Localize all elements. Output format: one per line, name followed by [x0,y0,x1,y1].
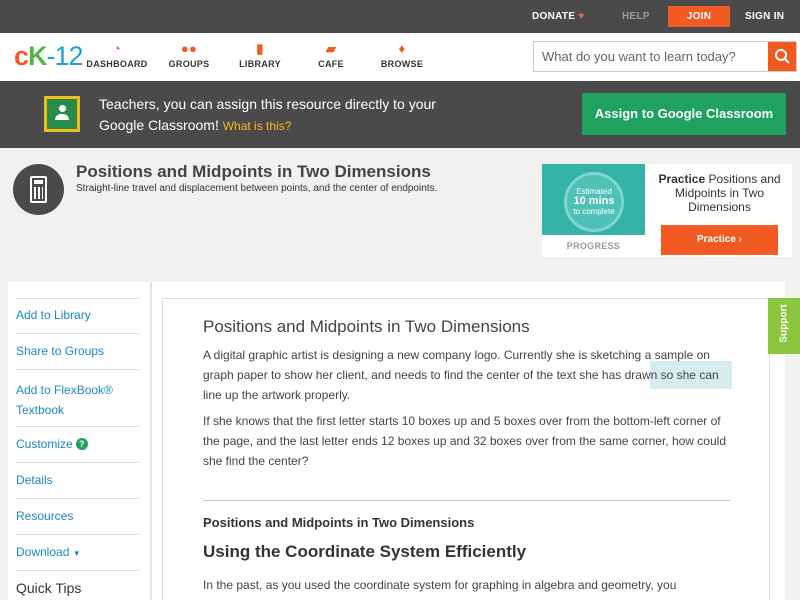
logo-k: K [28,41,47,71]
article-paragraph-1: A digital graphic artist is designing a … [203,348,719,402]
practice-button-label: Practice [696,234,736,245]
heart-icon: ♥ [578,11,585,22]
progress-label: PROGRESS [566,241,621,251]
article-paragraph-2: If she knows that the first letter start… [203,414,726,468]
help-icon[interactable]: ? [75,438,88,450]
quick-tips-heading: Quick Tips [16,580,82,596]
nav-groups[interactable]: ●● GROUPS [154,41,224,69]
help-link[interactable]: HELP [622,0,650,33]
nav-dashboard-label: DASHBOARD [86,59,148,69]
logo-c: c [14,41,29,71]
support-tab[interactable]: Support [768,298,800,354]
sidebar-item-customize[interactable]: Customize? [16,427,139,463]
section-heading: Positions and Midpoints in Two Dimension… [203,515,475,530]
library-icon: ▮ [256,41,264,56]
dashboard-icon: ◔ [112,41,122,56]
support-label: Support [778,304,790,343]
sidebar-item-add-to-flexbook[interactable]: Add to FlexBook® Textbook [16,370,139,427]
cafe-icon: ▰ [325,41,337,56]
practice-image: Estimated 10 mins to complete [542,164,645,235]
article-title: Positions and Midpoints in Two Dimension… [203,317,530,336]
article-panel: Positions and Midpoints in Two Dimension… [162,298,770,600]
browse-icon: ♦ [398,41,406,56]
estimated-time-badge: Estimated 10 mins to complete [564,172,624,232]
divider [203,500,730,501]
search-box [533,41,797,72]
search-button[interactable] [768,42,796,71]
chevron-right-icon: › [738,234,743,245]
what-is-this-link[interactable]: What is this? [223,119,292,133]
practice-button[interactable]: Practice › [661,225,778,255]
donate-label: DONATE [532,11,576,22]
download-label: Download [16,545,70,559]
ck12-logo[interactable]: cK-12 [14,41,84,72]
nav-dashboard[interactable]: ◔ DASHBOARD [82,41,152,69]
customize-label: Customize [16,437,73,451]
concept-subtitle: Straight-line travel and displacement be… [76,183,438,194]
nav-cafe[interactable]: ▰ CAFE [296,41,366,69]
sidebar-item-details[interactable]: Details [16,463,139,499]
sign-in-link[interactable]: SIGN IN [745,0,784,33]
nav-groups-label: GROUPS [168,59,210,69]
sidebar-item-add-to-library[interactable]: Add to Library [16,298,139,334]
sidebar: Add to Library Share to Groups Add to Fl… [8,282,149,600]
nav-browse[interactable]: ♦ BROWSE [367,41,437,69]
nav-library[interactable]: ▮ LIBRARY [225,41,295,69]
subsection-heading: Using the Coordinate System Efficiently [203,542,527,561]
caret-down-icon: ▼ [72,549,81,558]
google-classroom-logo-icon [44,96,80,132]
practice-title: Practice Positions and Midpoints in Two … [651,172,788,214]
estimated-mins: 10 mins [573,195,615,207]
nav-library-label: LIBRARY [239,59,281,69]
main-nav: cK-12 ◔ DASHBOARD ●● GROUPS ▮ LIBRARY ▰ … [0,33,800,81]
top-bar: DONATE ♥ HELP JOIN SIGN IN [0,0,800,33]
donate-link[interactable]: DONATE ♥ [532,0,585,33]
join-button[interactable]: JOIN [668,6,730,27]
nav-cafe-label: CAFE [318,59,344,69]
search-input[interactable] [534,42,768,71]
practice-card: Estimated 10 mins to complete PROGRESS P… [542,164,792,257]
to-complete-label: to complete [573,207,615,216]
sidebar-item-download[interactable]: Download ▼ [16,535,139,571]
content-area: Positions and Midpoints in Two Dimension… [151,282,785,600]
logo-num: -12 [46,41,84,71]
practice-title-bold: Practice [658,172,706,186]
groups-icon: ●● [180,41,198,56]
search-icon [775,49,790,64]
nav-browse-label: BROWSE [380,59,424,69]
sidebar-item-resources[interactable]: Resources [16,499,139,535]
concept-title: Positions and Midpoints in Two Dimension… [76,162,431,181]
calculator-icon [13,164,64,215]
sidebar-item-share-to-groups[interactable]: Share to Groups [16,334,139,370]
google-classroom-banner: Teachers, you can assign this resource d… [0,81,800,148]
assign-google-classroom-button[interactable]: Assign to Google Classroom [582,93,786,135]
banner-text: Teachers, you can assign this resource d… [99,94,459,137]
article-paragraph-3: In the past, as you used the coordinate … [203,578,677,592]
